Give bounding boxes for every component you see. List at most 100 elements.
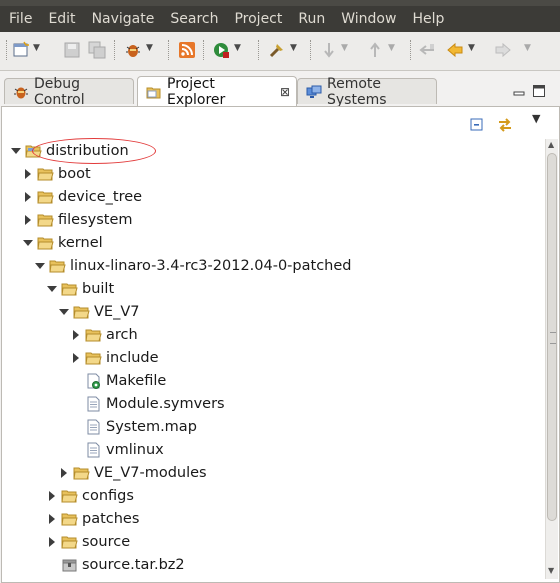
folder-icon bbox=[37, 166, 54, 182]
tree-item-vmlinux[interactable]: vmlinux bbox=[70, 438, 164, 461]
rss-icon[interactable] bbox=[178, 41, 196, 59]
close-icon[interactable]: ⊠ bbox=[280, 85, 290, 99]
tree-item-label: VE_V7-modules bbox=[94, 464, 207, 481]
folder-icon bbox=[85, 327, 102, 343]
tree-item-label: boot bbox=[58, 165, 91, 182]
maximize-icon[interactable] bbox=[532, 84, 546, 98]
remote-systems-icon bbox=[306, 84, 322, 100]
menu-run[interactable]: Run bbox=[290, 6, 333, 32]
folder-icon bbox=[61, 281, 78, 297]
folder-icon bbox=[85, 350, 102, 366]
tree-item-module-symvers[interactable]: Module.symvers bbox=[70, 392, 225, 415]
tree-item-device-tree[interactable]: device_tree bbox=[22, 185, 142, 208]
menu-navigate[interactable]: Navigate bbox=[84, 6, 163, 32]
tree-item-label: filesystem bbox=[58, 211, 133, 228]
menu-file[interactable]: File bbox=[0, 6, 40, 32]
menu-window[interactable]: Window bbox=[333, 6, 404, 32]
run-icon[interactable] bbox=[212, 41, 230, 59]
tree-item-ve-v7[interactable]: VE_V7 bbox=[58, 300, 139, 323]
last-edit-icon[interactable] bbox=[418, 41, 436, 59]
expanded-arrow-icon[interactable] bbox=[58, 306, 70, 318]
tab-project-explorer[interactable]: Project Explorer ⊠ bbox=[137, 76, 297, 108]
expanded-arrow-icon[interactable] bbox=[34, 260, 46, 272]
scrollbar-thumb[interactable] bbox=[547, 153, 557, 521]
debug-dropdown-icon[interactable]: ▼ bbox=[146, 43, 153, 53]
collapsed-arrow-icon[interactable] bbox=[22, 214, 34, 226]
scrollbar-grip bbox=[550, 332, 556, 344]
scroll-up-icon[interactable]: ▲ bbox=[548, 140, 554, 149]
tree-item-label: patches bbox=[82, 510, 140, 527]
menu-search[interactable]: Search bbox=[162, 6, 226, 32]
scroll-down-icon[interactable]: ▼ bbox=[548, 566, 554, 575]
collapsed-arrow-icon[interactable] bbox=[70, 352, 82, 364]
tree-item-label: include bbox=[106, 349, 159, 366]
previous-edit-dropdown-icon[interactable]: ▼ bbox=[388, 43, 395, 53]
collapsed-arrow-icon[interactable] bbox=[22, 168, 34, 180]
tree-item-label: source bbox=[82, 533, 131, 550]
collapsed-arrow-icon[interactable] bbox=[46, 490, 58, 502]
tree-item-filesystem[interactable]: filesystem bbox=[22, 208, 133, 231]
collapsed-arrow-icon[interactable] bbox=[46, 513, 58, 525]
tree-item-source[interactable]: source bbox=[46, 530, 130, 553]
run-dropdown-icon[interactable]: ▼ bbox=[234, 43, 241, 53]
next-edit-icon[interactable] bbox=[320, 41, 338, 59]
tree-item-kernel[interactable]: kernel bbox=[22, 231, 103, 254]
menu-help[interactable]: Help bbox=[404, 6, 452, 32]
save-all-icon[interactable] bbox=[88, 41, 106, 59]
new-icon[interactable] bbox=[12, 41, 30, 59]
save-icon[interactable] bbox=[63, 41, 81, 59]
bug-icon bbox=[13, 84, 29, 100]
expanded-arrow-icon[interactable] bbox=[46, 283, 58, 295]
back-icon[interactable] bbox=[446, 41, 464, 59]
tree-item-patches[interactable]: patches bbox=[46, 507, 139, 530]
minimize-icon[interactable] bbox=[512, 84, 526, 98]
collapsed-arrow-icon[interactable] bbox=[22, 191, 34, 203]
tree-item-boot[interactable]: boot bbox=[22, 162, 91, 185]
collapsed-arrow-icon[interactable] bbox=[58, 467, 70, 479]
collapse-all-icon[interactable] bbox=[468, 116, 486, 134]
forward-dropdown-icon[interactable]: ▼ bbox=[524, 43, 531, 53]
collapsed-arrow-icon[interactable] bbox=[70, 329, 82, 341]
folder-icon bbox=[146, 84, 162, 100]
tree-item-source-tar-bz2[interactable]: source.tar.bz2 bbox=[46, 553, 185, 576]
forward-icon[interactable] bbox=[494, 41, 512, 59]
expanded-arrow-icon[interactable] bbox=[22, 237, 34, 249]
folder-icon bbox=[73, 465, 90, 481]
view-menu-icon[interactable]: ▼ bbox=[532, 112, 550, 130]
external-tool-icon[interactable] bbox=[268, 41, 286, 59]
tree-item-label: device_tree bbox=[58, 188, 143, 205]
main-toolbar: ▼ ▼ ▼ ▼ ▼ ▼ ▼ ▼ bbox=[0, 32, 560, 71]
link-with-editor-icon[interactable] bbox=[496, 116, 514, 134]
vertical-scrollbar[interactable]: ▲ ▼ bbox=[545, 139, 558, 579]
previous-edit-icon[interactable] bbox=[366, 41, 384, 59]
expanded-arrow-icon[interactable] bbox=[10, 145, 22, 157]
tree-item-distribution[interactable]: distribution bbox=[10, 139, 129, 162]
menu-bar: File Edit Navigate Search Project Run Wi… bbox=[0, 6, 560, 32]
back-dropdown-icon[interactable]: ▼ bbox=[468, 43, 475, 53]
tree-item-linux-linaro-3-4-rc3-2012-04-0-patched[interactable]: linux-linaro-3.4-rc3-2012.04-0-patched bbox=[34, 254, 351, 277]
menu-project[interactable]: Project bbox=[226, 6, 290, 32]
file-icon bbox=[85, 419, 102, 435]
tree-item-system-map[interactable]: System.map bbox=[70, 415, 197, 438]
external-tool-dropdown-icon[interactable]: ▼ bbox=[290, 43, 297, 53]
toolbar-separator bbox=[258, 40, 260, 60]
debug-icon[interactable] bbox=[124, 41, 142, 59]
toolbar-separator bbox=[168, 40, 170, 60]
next-edit-dropdown-icon[interactable]: ▼ bbox=[341, 43, 348, 53]
tree-item-makefile[interactable]: Makefile bbox=[70, 369, 166, 392]
folder-icon bbox=[37, 189, 54, 205]
menu-edit[interactable]: Edit bbox=[40, 6, 83, 32]
new-dropdown-icon[interactable]: ▼ bbox=[33, 43, 40, 53]
toolbar-grip bbox=[6, 40, 8, 60]
tree-item-configs[interactable]: configs bbox=[46, 484, 134, 507]
tab-debug-control[interactable]: Debug Control bbox=[4, 76, 134, 108]
tree-item-built[interactable]: built bbox=[46, 277, 114, 300]
tab-label: Debug Control bbox=[34, 75, 85, 108]
tree-item-label: arch bbox=[106, 326, 138, 343]
tree-item-arch[interactable]: arch bbox=[70, 323, 138, 346]
tab-remote-systems[interactable]: Remote Systems bbox=[297, 76, 437, 108]
collapsed-arrow-icon[interactable] bbox=[46, 536, 58, 548]
tree-item-ve-v7-modules[interactable]: VE_V7-modules bbox=[58, 461, 207, 484]
toolbar-separator bbox=[203, 40, 205, 60]
tree-item-include[interactable]: include bbox=[70, 346, 159, 369]
